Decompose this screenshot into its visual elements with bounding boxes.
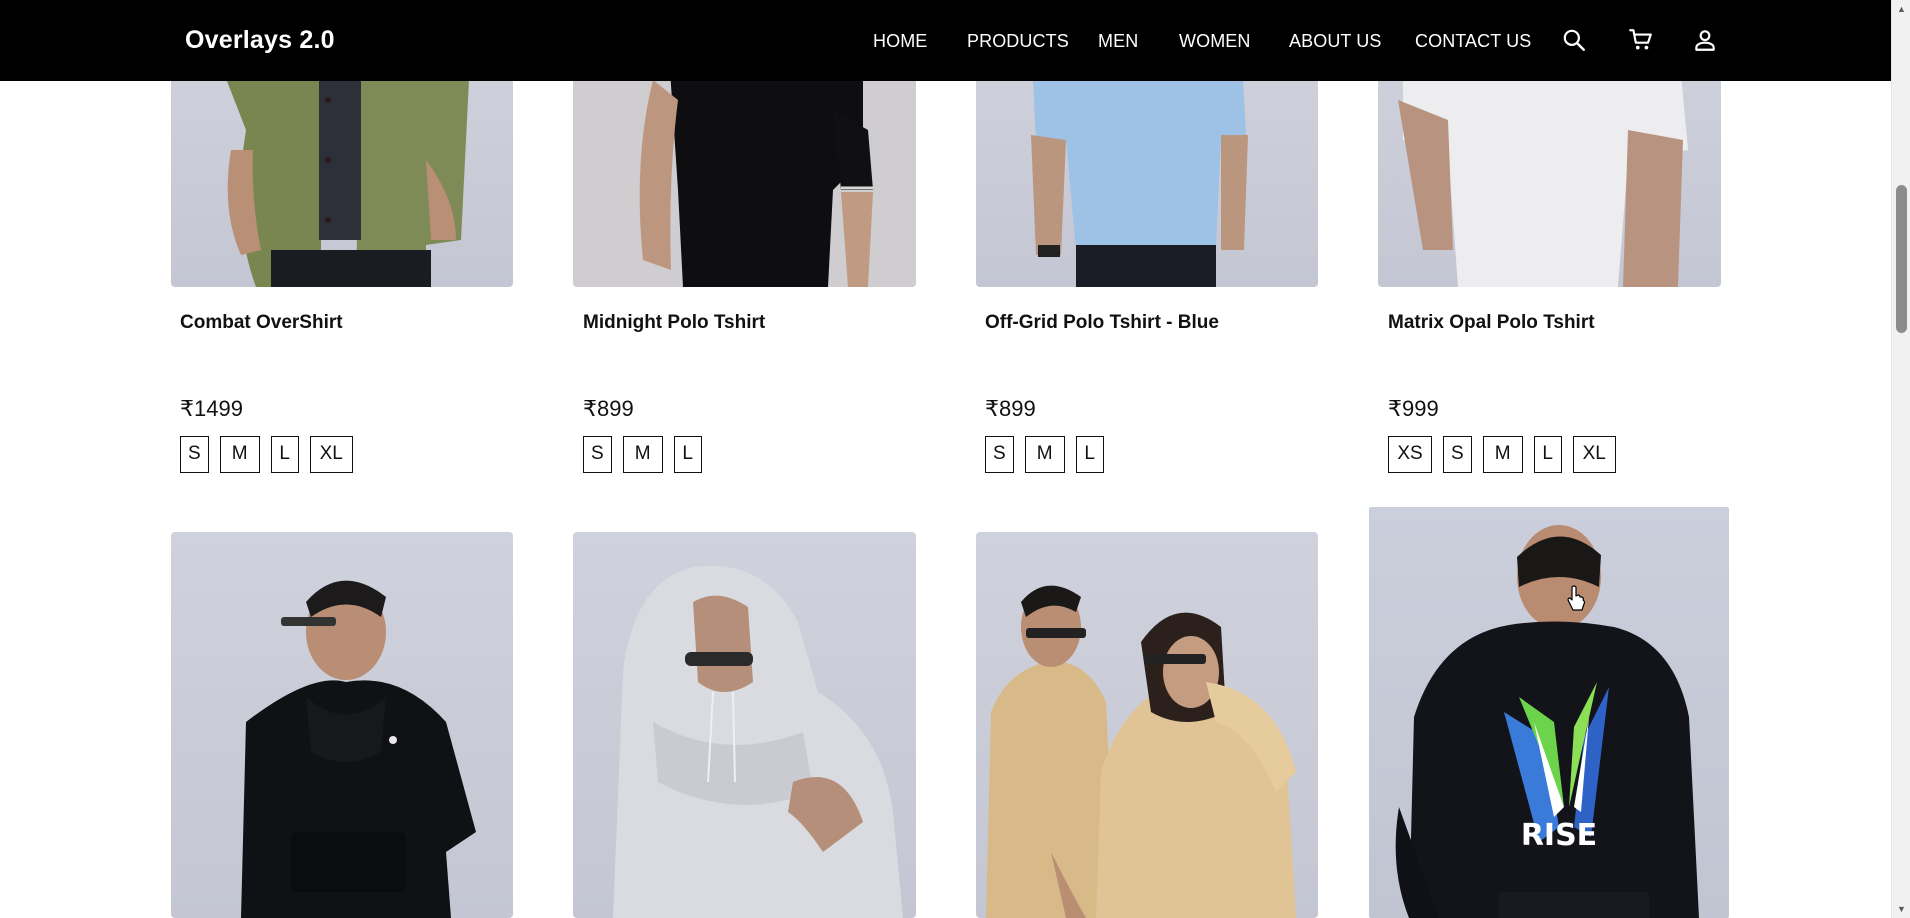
size-m[interactable]: M (219, 436, 260, 473)
size-m[interactable]: M (1024, 436, 1065, 473)
page: Overlays 2.0 HOME PRODUCTS MEN WOMEN ABO… (0, 0, 1910, 918)
size-xl[interactable]: XL (309, 436, 353, 473)
size-options: S M L (583, 436, 702, 473)
nav-women[interactable]: WOMEN (1179, 31, 1251, 52)
size-s[interactable]: S (985, 436, 1014, 473)
product-price: ₹899 (583, 396, 634, 421)
nav-home[interactable]: HOME (873, 31, 927, 52)
product-image[interactable] (573, 532, 916, 918)
nav-products[interactable]: PRODUCTS (967, 31, 1069, 52)
nav-about-us[interactable]: ABOUT US (1289, 31, 1382, 52)
hand-cursor-icon (1567, 585, 1585, 611)
scroll-down-arrow[interactable]: ▼ (1892, 900, 1910, 918)
size-options: S M L XL (180, 436, 353, 473)
nav-contact-us[interactable]: CONTACT US (1415, 31, 1531, 52)
size-options: S M L (985, 436, 1104, 473)
size-xl[interactable]: XL (1572, 436, 1616, 473)
search-icon[interactable] (1561, 27, 1587, 53)
scroll-up-arrow[interactable]: ▲ (1892, 0, 1910, 18)
size-m[interactable]: M (1482, 436, 1523, 473)
size-xs[interactable]: XS (1388, 436, 1432, 473)
account-icon[interactable] (1692, 27, 1718, 53)
size-s[interactable]: S (583, 436, 612, 473)
size-options: XS S M L XL (1388, 436, 1616, 473)
rise-print-text: RISE (1521, 818, 1597, 853)
product-title[interactable]: Combat OverShirt (180, 312, 343, 334)
product-title[interactable]: Midnight Polo Tshirt (583, 312, 765, 334)
scroll-thumb[interactable] (1896, 185, 1907, 333)
size-l[interactable]: L (1075, 436, 1104, 473)
product-price: ₹999 (1388, 396, 1439, 421)
nav-men[interactable]: MEN (1098, 31, 1138, 52)
size-s[interactable]: S (180, 436, 209, 473)
size-l[interactable]: L (1533, 436, 1562, 473)
product-image[interactable] (171, 532, 513, 918)
product-image[interactable] (976, 532, 1318, 918)
product-title[interactable]: Matrix Opal Polo Tshirt (1388, 312, 1595, 334)
size-l[interactable]: L (270, 436, 299, 473)
size-m[interactable]: M (622, 436, 663, 473)
product-price: ₹899 (985, 396, 1036, 421)
page-scrollbar[interactable]: ▲ ▼ (1891, 0, 1910, 918)
size-s[interactable]: S (1443, 436, 1472, 473)
size-l[interactable]: L (673, 436, 702, 473)
top-navbar: Overlays 2.0 HOME PRODUCTS MEN WOMEN ABO… (0, 0, 1891, 81)
brand-logo[interactable]: Overlays 2.0 (185, 26, 335, 55)
cart-icon[interactable] (1628, 27, 1654, 53)
product-image[interactable]: RISE (1369, 507, 1729, 918)
product-price: ₹1499 (180, 396, 243, 421)
product-title[interactable]: Off-Grid Polo Tshirt - Blue (985, 312, 1219, 334)
